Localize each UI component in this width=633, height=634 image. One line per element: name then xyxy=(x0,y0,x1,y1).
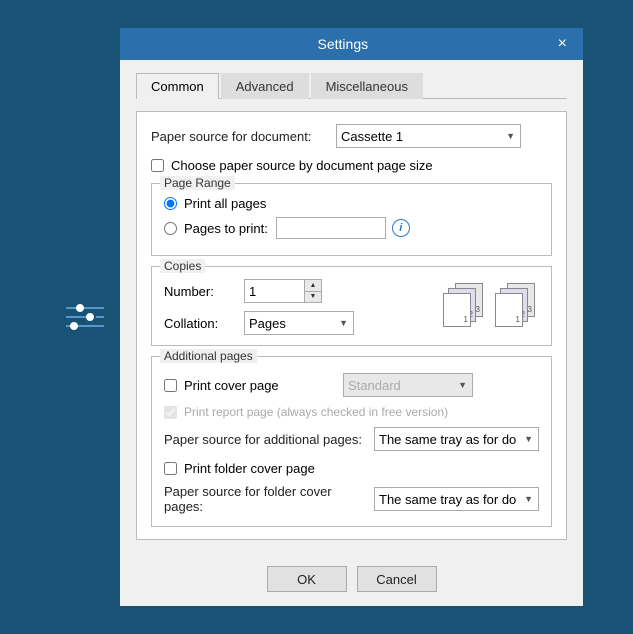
choose-paper-label: Choose paper source by document page siz… xyxy=(171,158,433,173)
cancel-button[interactable]: Cancel xyxy=(357,566,437,592)
sidebar-icon-1 xyxy=(66,306,104,328)
print-report-label: Print report page (always checked in fre… xyxy=(184,405,448,419)
collation-icon-2: 3 2 1 xyxy=(495,283,539,327)
paper-source-select[interactable]: Cassette 1 xyxy=(336,124,521,148)
page-range-legend: Page Range xyxy=(160,176,235,190)
paper-source-folder-label: Paper source for folder cover pages: xyxy=(164,484,374,514)
paper-source-folder-select[interactable]: The same tray as for documents xyxy=(374,487,539,511)
spin-buttons: ▲ ▼ xyxy=(304,279,322,303)
tab-common[interactable]: Common xyxy=(136,73,219,99)
print-report-checkbox xyxy=(164,406,177,419)
paper-source-wrapper: Cassette 1 xyxy=(336,124,521,148)
number-input-wrapper: 1 ▲ ▼ xyxy=(244,279,322,303)
print-folder-label: Print folder cover page xyxy=(184,461,315,476)
pages-to-print-label: Pages to print: xyxy=(184,221,268,236)
collation-wrapper: Pages Copies xyxy=(244,311,354,335)
dialog-title: Settings xyxy=(132,36,554,52)
additional-pages-group: Additional pages Print cover page Standa… xyxy=(151,356,552,527)
choose-paper-checkbox[interactable] xyxy=(151,159,164,172)
copies-group: Copies Number: 1 ▲ ▼ xyxy=(151,266,552,346)
collation-icons: 3 2 1 3 xyxy=(443,279,539,327)
number-input[interactable]: 1 xyxy=(244,279,304,303)
cover-style-wrapper: Standard xyxy=(343,373,473,397)
cover-style-select[interactable]: Standard xyxy=(343,373,473,397)
collation-select[interactable]: Pages Copies xyxy=(244,311,354,335)
print-cover-checkbox[interactable] xyxy=(164,379,177,392)
paper-source-label: Paper source for document: xyxy=(151,129,336,144)
collation-label: Collation: xyxy=(164,316,244,331)
copies-legend: Copies xyxy=(160,259,205,273)
sidebar xyxy=(50,28,120,606)
dialog-footer: OK Cancel xyxy=(120,556,583,606)
collation-icon-1: 3 2 1 xyxy=(443,283,487,327)
additional-pages-legend: Additional pages xyxy=(160,349,257,363)
pages-to-print-input[interactable] xyxy=(276,217,386,239)
info-icon[interactable]: i xyxy=(392,219,410,237)
paper-source-additional-select[interactable]: The same tray as for documents xyxy=(374,427,539,451)
paper-source-additional-wrapper: The same tray as for documents xyxy=(374,427,539,451)
tab-miscellaneous[interactable]: Miscellaneous xyxy=(311,73,423,99)
paper-source-additional-label: Paper source for additional pages: xyxy=(164,432,374,447)
spin-down-button[interactable]: ▼ xyxy=(305,292,321,303)
print-folder-checkbox[interactable] xyxy=(164,462,177,475)
tab-bar: Common Advanced Miscellaneous xyxy=(136,72,567,99)
content-panel: Paper source for document: Cassette 1 Ch… xyxy=(136,111,567,540)
number-label: Number: xyxy=(164,284,244,299)
print-cover-label: Print cover page xyxy=(184,378,339,393)
tab-advanced[interactable]: Advanced xyxy=(221,73,309,99)
pages-to-print-radio[interactable] xyxy=(164,222,177,235)
page-range-group: Page Range Print all pages Pages to prin… xyxy=(151,183,552,256)
close-button[interactable]: × xyxy=(554,36,571,52)
ok-button[interactable]: OK xyxy=(267,566,347,592)
title-bar: Settings × xyxy=(120,28,583,60)
print-all-radio[interactable] xyxy=(164,197,177,210)
spin-up-button[interactable]: ▲ xyxy=(305,280,321,292)
paper-source-folder-wrapper: The same tray as for documents xyxy=(374,487,539,511)
print-all-label: Print all pages xyxy=(184,196,266,211)
